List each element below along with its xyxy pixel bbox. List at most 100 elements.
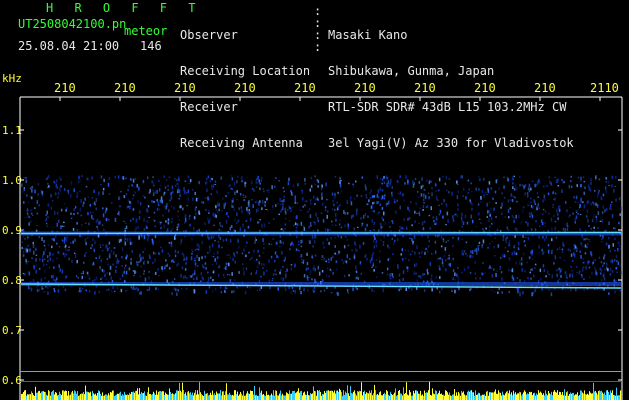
amplitude-bar xyxy=(196,394,197,400)
noise-speck xyxy=(379,187,381,191)
noise-speck xyxy=(158,188,161,192)
noise-speck xyxy=(339,219,341,222)
noise-speck xyxy=(457,267,459,269)
noise-speck xyxy=(397,238,399,241)
noise-speck xyxy=(29,248,31,252)
noise-speck xyxy=(561,248,564,250)
amplitude-bar xyxy=(475,390,476,400)
noise-speck xyxy=(360,194,363,198)
amplitude-bar xyxy=(583,393,584,400)
noise-speck xyxy=(558,278,560,280)
noise-speck xyxy=(256,178,258,180)
noise-speck xyxy=(580,274,583,276)
noise-speck xyxy=(399,273,401,275)
amplitude-bar xyxy=(560,392,561,400)
noise-speck xyxy=(136,183,138,188)
noise-speck xyxy=(603,256,605,260)
noise-speck xyxy=(583,261,586,263)
noise-speck xyxy=(146,176,149,180)
amplitude-bar xyxy=(195,390,196,400)
noise-speck xyxy=(176,292,178,297)
amplitude-bar xyxy=(82,393,83,400)
noise-speck xyxy=(414,251,416,255)
noise-speck xyxy=(374,237,376,240)
noise-speck xyxy=(380,239,382,241)
noise-speck xyxy=(32,244,35,248)
amplitude-bar xyxy=(103,395,104,400)
noise-speck xyxy=(445,224,447,226)
amplitude-bar xyxy=(46,394,47,400)
noise-speck xyxy=(245,254,247,257)
noise-speck xyxy=(454,278,457,281)
noise-speck xyxy=(335,218,337,222)
noise-speck xyxy=(284,271,287,273)
noise-speck xyxy=(136,261,138,264)
noise-speck xyxy=(591,218,594,223)
amplitude-bar xyxy=(361,382,362,400)
noise-speck xyxy=(532,205,534,209)
noise-speck xyxy=(592,260,595,264)
noise-speck xyxy=(328,241,330,245)
noise-speck xyxy=(317,219,320,222)
noise-speck xyxy=(376,201,378,205)
noise-speck xyxy=(106,272,109,274)
noise-speck xyxy=(177,215,179,218)
amplitude-bar xyxy=(92,390,93,400)
noise-speck xyxy=(260,176,263,180)
noise-speck xyxy=(68,249,70,251)
noise-speck xyxy=(171,218,173,220)
noise-speck xyxy=(554,288,556,290)
noise-speck xyxy=(427,272,429,275)
noise-speck xyxy=(337,205,339,210)
noise-speck xyxy=(182,254,185,258)
noise-speck xyxy=(410,201,412,204)
noise-speck xyxy=(168,242,171,244)
noise-speck xyxy=(471,207,473,211)
noise-speck xyxy=(56,257,58,260)
noise-speck xyxy=(196,248,198,250)
amplitude-bar xyxy=(162,391,163,400)
noise-speck xyxy=(23,177,26,179)
noise-speck xyxy=(65,253,67,256)
noise-speck xyxy=(95,276,98,280)
noise-speck xyxy=(158,275,160,276)
noise-speck xyxy=(87,236,89,239)
noise-speck xyxy=(214,258,216,262)
noise-speck xyxy=(167,189,169,191)
noise-speck xyxy=(304,199,306,203)
noise-speck xyxy=(102,213,105,218)
noise-speck xyxy=(524,269,526,273)
noise-speck xyxy=(125,270,128,275)
noise-speck xyxy=(63,225,65,227)
noise-speck xyxy=(596,194,599,198)
noise-speck xyxy=(85,185,88,188)
noise-speck xyxy=(339,177,341,180)
amplitude-bar xyxy=(140,393,141,400)
noise-speck xyxy=(603,254,606,257)
noise-speck xyxy=(512,186,514,189)
noise-speck xyxy=(433,219,435,223)
amplitude-bar xyxy=(96,395,97,400)
amplitude-bar xyxy=(412,395,413,400)
amplitude-bar xyxy=(227,394,228,400)
amplitude-bar xyxy=(387,391,388,400)
noise-speck xyxy=(547,249,550,254)
noise-speck xyxy=(286,269,288,272)
noise-speck xyxy=(620,208,622,212)
amplitude-bar xyxy=(527,393,528,400)
noise-speck xyxy=(217,211,219,213)
noise-speck xyxy=(170,195,172,200)
noise-speck xyxy=(391,186,393,189)
amplitude-bar xyxy=(466,395,467,400)
noise-speck xyxy=(355,180,357,183)
amplitude-bar xyxy=(529,391,530,400)
noise-speck xyxy=(52,253,54,256)
noise-speck xyxy=(539,268,542,273)
amplitude-bar xyxy=(357,390,358,400)
noise-speck xyxy=(490,208,492,210)
amplitude-bar xyxy=(400,393,401,400)
amplitude-bar xyxy=(388,394,389,400)
noise-speck xyxy=(51,200,54,202)
noise-speck xyxy=(186,277,188,280)
noise-speck xyxy=(272,278,274,280)
